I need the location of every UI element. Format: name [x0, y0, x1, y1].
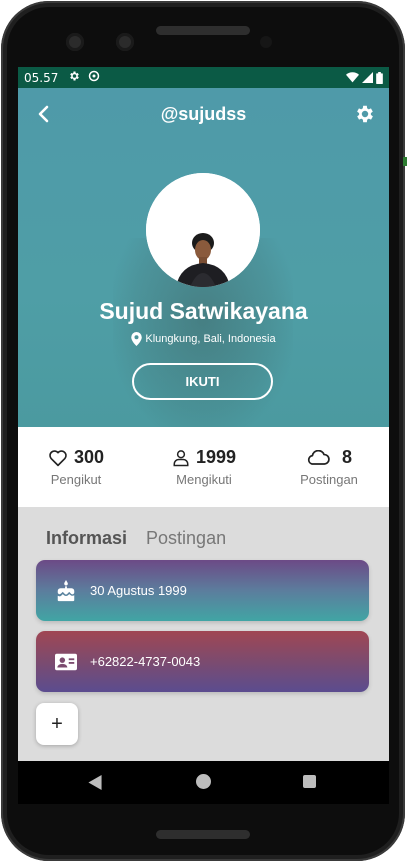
info-card-birthday[interactable]: 30 Agustus 1999: [36, 560, 369, 621]
tab-postingan[interactable]: Postingan: [146, 528, 226, 549]
profile-location: Klungkung, Bali, Indonesia: [18, 332, 389, 346]
system-nav-bar: [18, 761, 389, 804]
birthday-cake-icon: [57, 579, 75, 601]
contact-card-icon: [55, 653, 77, 670]
avatar-photo: [146, 173, 260, 287]
app-screen: 05.57 @sujudss Sujud Satwikayana Klungku…: [18, 67, 389, 804]
info-card-phone[interactable]: +62822-4737-0043: [36, 631, 369, 692]
stat-value: 300: [73, 447, 105, 467]
gear-icon: [357, 105, 373, 123]
front-camera-icon: [116, 33, 134, 51]
proximity-sensor: [260, 36, 272, 48]
sync-status-icon: [88, 70, 100, 85]
stat-label: Mengikuti: [176, 472, 232, 487]
wifi-icon: [346, 72, 359, 83]
stat-value: 1999: [195, 447, 237, 467]
follow-button[interactable]: IKUTI: [132, 363, 273, 400]
background-artifact: [403, 157, 407, 166]
settings-button[interactable]: [354, 103, 376, 125]
phone-text: +62822-4737-0043: [90, 654, 201, 669]
person-icon: [173, 449, 189, 466]
profile-tabs: Informasi Postingan: [46, 528, 226, 549]
add-button[interactable]: +: [36, 703, 78, 745]
status-bar: 05.57: [18, 67, 389, 88]
signal-icon: [362, 72, 373, 83]
nav-recents-icon[interactable]: [303, 775, 316, 788]
profile-stats: 300 Pengikut 1999 Mengikuti 8 Postingan: [18, 427, 389, 507]
status-time: 05.57: [24, 70, 59, 85]
stat-following[interactable]: 1999 Mengikuti: [166, 447, 242, 487]
profile-name: Sujud Satwikayana: [99, 298, 308, 324]
heart-icon: [49, 449, 67, 466]
nav-back-icon[interactable]: [88, 775, 102, 790]
profile-header: @sujudss Sujud Satwikayana Klungkung, Ba…: [18, 88, 389, 427]
avatar[interactable]: [146, 173, 260, 287]
stat-value: 8: [341, 447, 352, 467]
status-right-icons: [346, 71, 383, 84]
birthday-text: 30 Agustus 1999: [90, 583, 187, 598]
tab-informasi[interactable]: Informasi: [46, 528, 127, 549]
front-camera-icon: [66, 33, 84, 51]
settings-status-icon: [68, 70, 80, 85]
stat-posts[interactable]: 8 Postingan: [296, 447, 362, 487]
battery-icon: [376, 71, 383, 84]
location-pin-icon: [131, 332, 143, 346]
stat-followers[interactable]: 300 Pengikut: [46, 447, 106, 487]
bottom-speaker: [156, 830, 250, 839]
location-text: Klungkung, Bali, Indonesia: [145, 333, 276, 345]
page-title: @sujudss: [160, 104, 247, 124]
cloud-icon: [307, 449, 330, 465]
earpiece-speaker: [156, 26, 250, 35]
stat-label: Pengikut: [50, 472, 102, 487]
stat-label: Postingan: [300, 472, 358, 487]
nav-home-icon[interactable]: [196, 774, 211, 789]
